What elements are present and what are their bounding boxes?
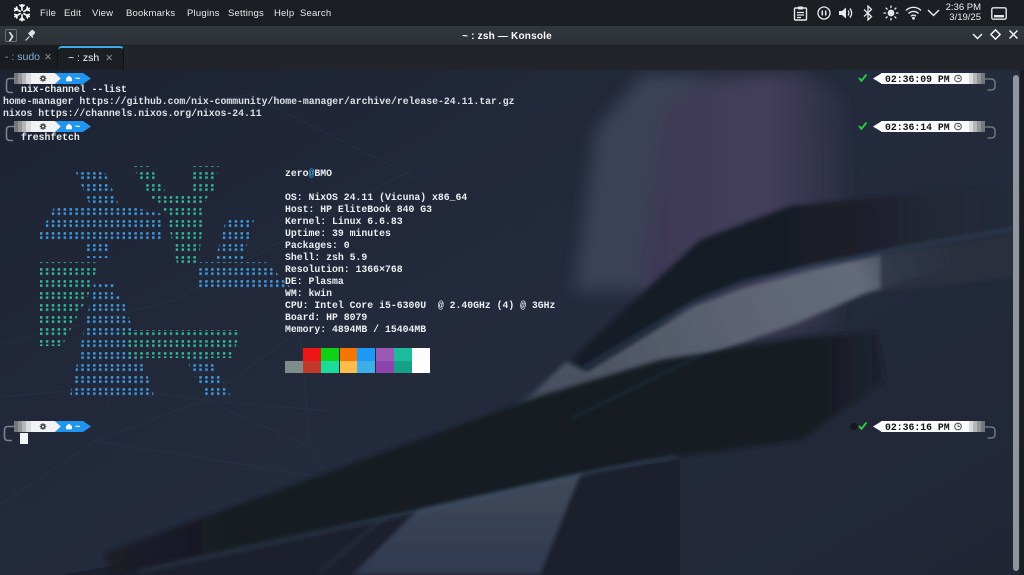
svg-text:02:36:09 PM: 02:36:09 PM: [885, 74, 950, 85]
svg-text:~: ~: [75, 423, 80, 432]
svg-text:02:36:14 PM: 02:36:14 PM: [885, 122, 950, 133]
svg-text:02:36:16 PM: 02:36:16 PM: [885, 422, 950, 433]
